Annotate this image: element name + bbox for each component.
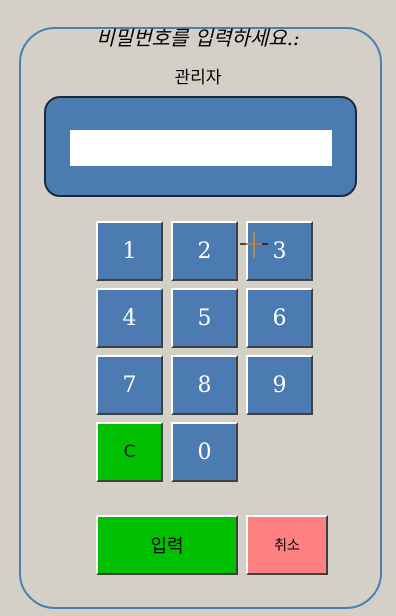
key-7[interactable]: 7 <box>96 355 163 415</box>
user-label: 관리자 <box>174 68 222 88</box>
key-2[interactable]: 2 <box>171 221 238 281</box>
cancel-button[interactable]: 취소 <box>246 515 328 575</box>
key-4[interactable]: 4 <box>96 288 163 348</box>
key-3[interactable]: 3 <box>246 221 313 281</box>
password-input[interactable] <box>70 130 332 166</box>
key-9[interactable]: 9 <box>246 355 313 415</box>
password-prompt: 비밀번호를 입력하세요.: <box>96 26 300 50</box>
key-8[interactable]: 8 <box>171 355 238 415</box>
key-6[interactable]: 6 <box>246 288 313 348</box>
password-display-panel <box>44 96 357 197</box>
enter-button[interactable]: 입력 <box>96 515 238 575</box>
key-1[interactable]: 1 <box>96 221 163 281</box>
key-5[interactable]: 5 <box>171 288 238 348</box>
password-dialog: 비밀번호를 입력하세요.: 관리자 1 2 3 4 5 6 7 8 9 C 0 … <box>0 0 396 616</box>
clear-button[interactable]: C <box>96 422 163 482</box>
key-0[interactable]: 0 <box>171 422 238 482</box>
